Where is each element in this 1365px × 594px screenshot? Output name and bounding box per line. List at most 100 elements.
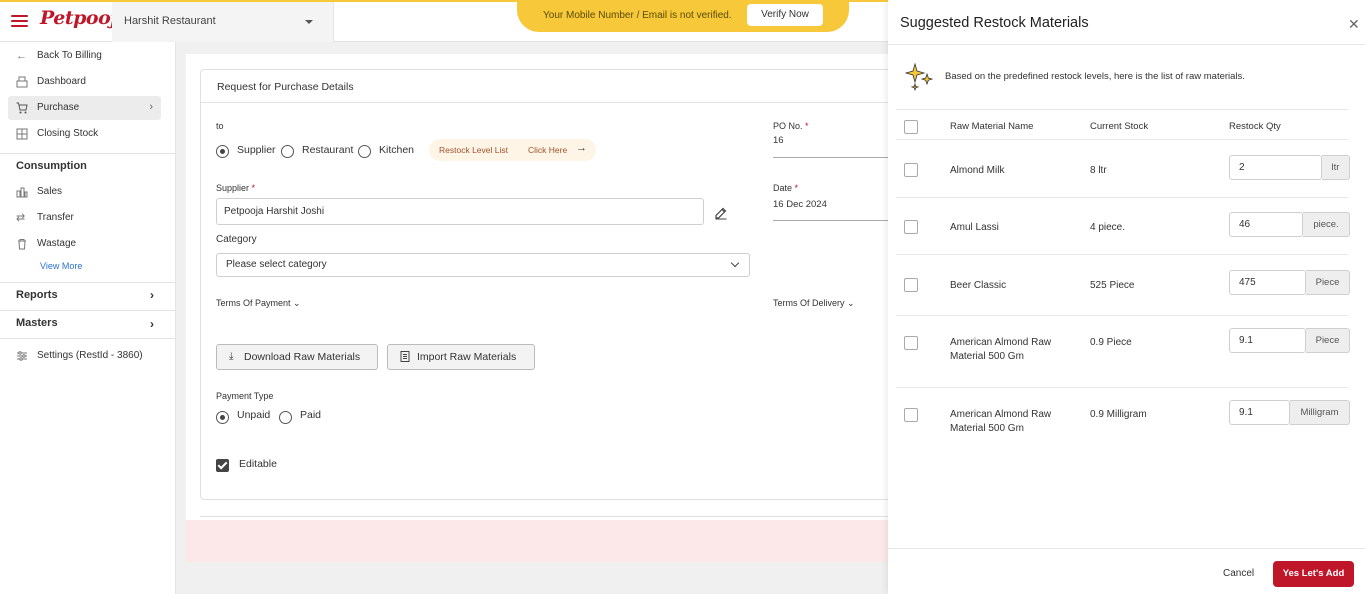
sidebar-item-wastage[interactable]: Wastage [8, 232, 161, 256]
po-number-field[interactable]: 16 [773, 133, 888, 158]
sidebar-item-label: Wastage [37, 238, 77, 249]
sidebar-section-reports[interactable]: Reports [16, 289, 58, 301]
sidebar-item-settings[interactable]: Settings (RestId - 3860) [8, 344, 161, 368]
required-mark: * [805, 121, 809, 131]
card-header: Request for Purchase Details [201, 70, 895, 103]
row-current-stock: 0.9 Milligram [1090, 409, 1147, 420]
editable-checkbox[interactable] [216, 459, 229, 472]
to-label: to [216, 121, 224, 131]
sidebar: ← Back To Billing Dashboard Purchase › C… [0, 42, 176, 594]
row-restock-qty-input[interactable]: 9.1 [1229, 328, 1306, 353]
radio-unpaid[interactable] [216, 411, 229, 424]
restock-drawer: Suggested Restock Materials ✕ Based on t… [888, 0, 1365, 594]
terms-of-delivery-label: Terms Of Delivery [773, 298, 845, 308]
row-restock-qty-input[interactable]: 46 [1229, 212, 1303, 237]
required-mark: * [251, 183, 256, 193]
sidebar-item-closing-stock[interactable]: Closing Stock [8, 122, 161, 146]
row-material-name: American Almond Raw Material 500 Gm [950, 409, 1052, 434]
row-unit: Piece [1306, 328, 1350, 353]
table-divider [896, 197, 1348, 198]
import-raw-materials-button[interactable]: Import Raw Materials [387, 344, 535, 370]
chevron-right-icon: › [149, 101, 153, 113]
row-current-stock: 4 piece. [1090, 222, 1126, 233]
radio-supplier[interactable] [216, 145, 229, 158]
row-checkbox[interactable] [904, 163, 918, 177]
download-icon: ⤓ [229, 351, 234, 362]
sidebar-divider [0, 153, 176, 154]
row-unit: Milligram [1290, 400, 1350, 425]
error-strip [186, 520, 896, 562]
date-label-text: Date [773, 183, 793, 193]
sidebar-item-transfer[interactable]: ⇄ Transfer [8, 206, 161, 230]
yes-lets-add-button[interactable]: Yes Let's Add [1273, 561, 1354, 587]
menu-icon[interactable] [11, 15, 28, 27]
row-checkbox[interactable] [904, 336, 918, 350]
close-icon[interactable]: ✕ [1348, 16, 1360, 33]
edit-icon[interactable] [714, 206, 728, 220]
sidebar-item-back-to-billing[interactable]: ← Back To Billing [8, 44, 161, 68]
restock-level-pill[interactable]: Restock Level List Click Here → [429, 139, 596, 161]
row-restock-qty-value: 2 [1239, 162, 1245, 173]
sidebar-item-dashboard[interactable]: Dashboard [8, 70, 161, 94]
terms-of-delivery-toggle[interactable]: Terms Of Delivery ⌄ [773, 298, 855, 309]
required-mark: * [794, 183, 799, 193]
table-divider [896, 139, 1348, 140]
restaurant-name: Harshit Restaurant [124, 15, 216, 27]
download-raw-materials-button[interactable]: ⤓ Download Raw Materials [216, 344, 378, 370]
sidebar-item-label: Closing Stock [37, 128, 99, 139]
row-checkbox[interactable] [904, 220, 918, 234]
chevron-down-icon: ⌄ [847, 298, 855, 308]
sidebar-item-label: Settings (RestId - 3860) [37, 350, 143, 361]
arrow-left-icon: ← [16, 50, 27, 62]
row-restock-qty-input[interactable]: 475 [1229, 270, 1306, 295]
sidebar-item-purchase[interactable]: Purchase › [8, 96, 161, 120]
sidebar-item-sales[interactable]: Sales [8, 180, 161, 204]
card-title: Request for Purchase Details [217, 81, 354, 93]
select-all-checkbox[interactable] [904, 120, 918, 134]
category-select[interactable]: Please select category [216, 253, 750, 277]
row-restock-qty-input[interactable]: 2 [1229, 155, 1322, 180]
row-unit: piece. [1303, 212, 1350, 237]
sidebar-divider [0, 338, 176, 339]
cancel-button[interactable]: Cancel [1223, 568, 1254, 579]
radio-unpaid-label: Unpaid [237, 409, 271, 421]
supplier-input[interactable]: Petpooja Harshit Joshi [216, 198, 704, 225]
row-restock-qty-value: 9.1 [1239, 335, 1253, 346]
drawer-footer-divider [888, 548, 1365, 549]
chevron-right-icon[interactable]: › [150, 317, 154, 331]
payment-type-label: Payment Type [216, 391, 274, 401]
transfer-icon: ⇄ [16, 212, 26, 224]
verify-message: Your Mobile Number / Email is not verifi… [543, 10, 732, 21]
radio-paid[interactable] [279, 411, 292, 424]
table-divider [896, 387, 1348, 388]
terms-of-payment-toggle[interactable]: Terms Of Payment ⌄ [216, 298, 301, 309]
sidebar-item-label: Purchase [37, 102, 80, 113]
date-value: 16 Dec 2024 [773, 199, 827, 210]
verify-now-button[interactable]: Verify Now [747, 4, 823, 26]
date-field[interactable]: 16 Dec 2024 [773, 196, 888, 221]
chevron-right-icon[interactable]: › [150, 288, 154, 302]
radio-restaurant[interactable] [281, 145, 294, 158]
caret-down-icon [305, 20, 313, 24]
sidebar-item-label: Sales [37, 186, 63, 197]
row-restock-qty-input[interactable]: 9.1 [1229, 400, 1290, 425]
radio-kitchen[interactable] [358, 145, 371, 158]
click-here-link[interactable]: Click Here [528, 145, 567, 155]
view-more-link[interactable]: View More [40, 261, 82, 271]
restaurant-select[interactable]: Harshit Restaurant [112, 2, 334, 42]
category-placeholder: Please select category [226, 259, 327, 270]
sidebar-section-masters[interactable]: Masters [16, 317, 58, 329]
cart-icon [16, 102, 28, 114]
row-checkbox[interactable] [904, 278, 918, 292]
po-label-text: PO No. [773, 121, 803, 131]
row-current-stock: 0.9 Piece [1090, 337, 1132, 348]
row-material-name: American Almond Raw Material 500 Gm [950, 337, 1052, 362]
po-label: PO No. * [773, 121, 809, 131]
trash-icon [16, 238, 28, 250]
radio-restaurant-label: Restaurant [302, 144, 354, 156]
po-number-value: 16 [773, 135, 784, 146]
sidebar-item-label: Back To Billing [37, 50, 102, 61]
sidebar-divider [0, 282, 176, 283]
category-label: Category [216, 234, 257, 245]
row-checkbox[interactable] [904, 408, 918, 422]
